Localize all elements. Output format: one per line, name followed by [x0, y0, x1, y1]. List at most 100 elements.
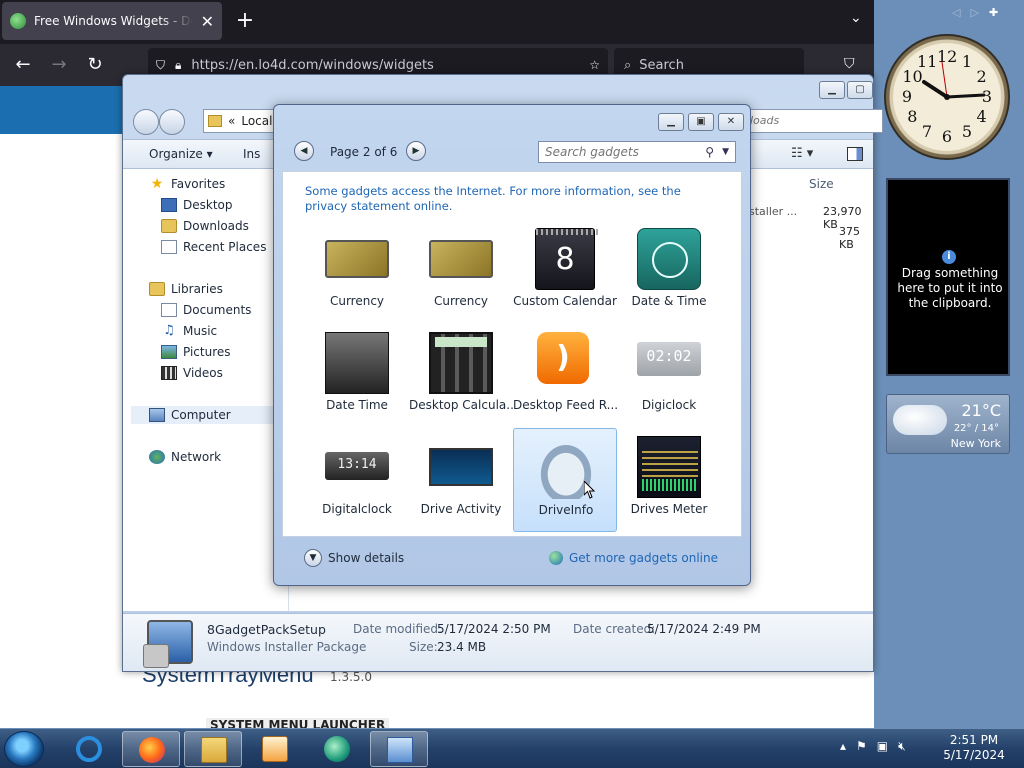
date-modified-label: Date modified:	[353, 622, 443, 636]
gadget-label: Desktop Feed R...	[513, 398, 617, 412]
chevron-down-icon[interactable]: ▼	[722, 147, 729, 157]
reload-button[interactable]: ↻	[82, 52, 108, 78]
preview-pane-icon[interactable]	[847, 147, 863, 161]
get-more-label: Get more gadgets online	[568, 551, 718, 565]
action-center-flag-icon[interactable]: ⚑	[856, 739, 867, 754]
taskbar-file-explorer[interactable]	[184, 731, 242, 767]
gadget-custom-calendar[interactable]: 8 Custom Calendar	[513, 220, 617, 324]
network-tray-icon[interactable]: ▣	[877, 739, 888, 754]
shield-icon[interactable]: ⛉	[156, 58, 165, 73]
gadget-digiclock[interactable]: 02:02 Digiclock	[617, 324, 721, 428]
file-size-cell[interactable]: 375 KB	[839, 225, 873, 251]
gadget-drives-meter[interactable]: Drives Meter	[617, 428, 721, 532]
show-details-button[interactable]: ▼ Show details	[304, 549, 404, 567]
gadget-label: Drive Activity	[420, 502, 502, 516]
nav-music[interactable]: ♫ Music	[161, 322, 217, 340]
breadcrumb-overflow[interactable]: «	[228, 114, 235, 128]
system-tray: ▴ ⚑ ▣ 🔇︎	[840, 739, 906, 754]
volume-muted-icon[interactable]: 🔇︎	[898, 739, 906, 754]
back-button[interactable]: ←	[10, 52, 36, 78]
weather-gadget[interactable]: 21°C 22° / 14° New York	[886, 394, 1010, 454]
clock-gadget[interactable]: 12 1 2 3 4 5 6 7 8 9 10 11	[884, 34, 1010, 160]
gadget-list: Some gadgets access the Internet. For mo…	[282, 171, 742, 537]
back-button[interactable]	[133, 109, 159, 135]
tab-free-windows-widgets[interactable]: Free Windows Widgets - Download ✕	[2, 2, 222, 40]
column-header-size[interactable]: Size	[809, 177, 834, 191]
site-favicon-icon	[10, 13, 26, 29]
close-button[interactable]: ✕	[718, 113, 744, 131]
organize-button[interactable]: Organize ▾	[149, 147, 213, 161]
documents-icon	[161, 303, 177, 317]
close-tab-icon[interactable]: ✕	[201, 12, 214, 31]
lock-icon[interactable]: 🔒︎	[175, 58, 181, 73]
clipboard-gadget[interactable]: i Drag something here to put it into the…	[886, 178, 1010, 376]
currency-gadget-icon	[325, 240, 389, 278]
new-tab-button[interactable]: +	[232, 8, 258, 34]
file-type-cell[interactable]: staller ...	[749, 205, 797, 218]
nav-documents[interactable]: Documents	[161, 301, 251, 319]
url-text[interactable]: https://en.lo4d.com/windows/widgets	[191, 58, 579, 73]
gadget-drive-activity[interactable]: Drive Activity	[409, 428, 513, 532]
nav-desktop[interactable]: Desktop	[161, 196, 233, 214]
taskbar-internet-explorer[interactable]	[60, 731, 118, 767]
gadget-search-box[interactable]: ⚲ ▼	[538, 141, 736, 163]
installer-package-icon	[143, 620, 193, 668]
gadget-date-and-time[interactable]: Date & Time	[617, 220, 721, 324]
navigation-pane: ★ Favorites Desktop Downloads Recent Plac…	[123, 169, 289, 611]
gadget-label: Digitalclock	[322, 502, 392, 516]
minimize-button[interactable]: ▁	[819, 81, 845, 99]
high-low-temperature: 22° / 14°	[953, 423, 999, 434]
minimize-button[interactable]: ▁	[658, 113, 684, 131]
gadget-gallery-icon	[387, 737, 413, 763]
taskbar-media-player[interactable]	[246, 731, 304, 767]
taskbar-firefox[interactable]	[122, 731, 180, 767]
add-gadget-icon[interactable]: ✚	[989, 6, 998, 19]
nav-favorites[interactable]: ★ Favorites	[149, 175, 226, 193]
explorer-search-input[interactable]: loads	[743, 109, 883, 133]
gadget-digitalclock[interactable]: 13:14 Digitalclock	[305, 428, 409, 532]
gadget-label: DriveInfo	[538, 503, 594, 517]
forward-button[interactable]: →	[46, 52, 72, 78]
nav-network[interactable]: Network	[149, 448, 221, 466]
window-controls: ▁ ▣ ✕	[658, 113, 744, 131]
date-created-value: 5/17/2024 2:49 PM	[647, 622, 761, 636]
gadget-currency-2[interactable]: Currency	[409, 220, 513, 324]
taskbar-clock[interactable]: 2:51 PM 5/17/2024	[936, 733, 1012, 763]
star-icon: ★	[150, 176, 164, 192]
clock-date: 5/17/2024	[943, 748, 1005, 762]
taskbar-gadget-gallery[interactable]	[370, 731, 428, 767]
details-pane: 8GadgetPackSetup Windows Installer Packa…	[123, 613, 873, 671]
chevron-right-icon[interactable]: ▷	[970, 6, 978, 19]
previous-page-button[interactable]: ◀	[294, 141, 314, 161]
search-icon[interactable]: ⚲	[705, 145, 714, 159]
nav-computer[interactable]: Computer	[131, 406, 287, 424]
breadcrumb[interactable]: Local	[241, 114, 272, 128]
gadget-driveinfo[interactable]: DriveInfo	[513, 428, 617, 532]
privacy-notice-link[interactable]: Some gadgets access the Internet. For mo…	[305, 184, 725, 214]
restore-button[interactable]: ▣	[688, 113, 714, 131]
get-more-gadgets-link[interactable]: Get more gadgets online	[548, 551, 718, 565]
gadget-desktop-feed-reader[interactable]: ) Desktop Feed R...	[513, 324, 617, 428]
nav-pictures[interactable]: Pictures	[161, 343, 231, 361]
chevron-left-icon[interactable]: ◁	[952, 6, 960, 19]
install-button[interactable]: Ins	[243, 147, 260, 161]
maximize-button[interactable]: ▢	[847, 81, 873, 99]
nav-libraries[interactable]: Libraries	[149, 280, 223, 298]
nav-downloads[interactable]: Downloads	[161, 217, 249, 235]
view-options-button[interactable]: ☷ ▾	[791, 146, 813, 161]
show-details-label: Show details	[328, 551, 405, 565]
nav-videos[interactable]: Videos	[161, 364, 223, 382]
start-button[interactable]	[4, 731, 44, 767]
chevron-down-icon[interactable]: ⌄	[850, 10, 870, 30]
bookmark-star-icon[interactable]: ☆	[589, 58, 600, 72]
taskbar-app[interactable]	[308, 731, 366, 767]
gadget-desktop-calculator[interactable]: Desktop Calcula...	[409, 324, 513, 428]
gadget-currency[interactable]: Currency	[305, 220, 409, 324]
forward-button[interactable]	[159, 109, 185, 135]
media-player-icon	[262, 736, 288, 762]
search-gadgets-input[interactable]	[545, 145, 706, 159]
next-page-button[interactable]: ▶	[406, 141, 426, 161]
show-hidden-icons-icon[interactable]: ▴	[840, 739, 846, 754]
gadget-date-time[interactable]: Date Time	[305, 324, 409, 428]
nav-recent-places[interactable]: Recent Places	[161, 238, 266, 256]
